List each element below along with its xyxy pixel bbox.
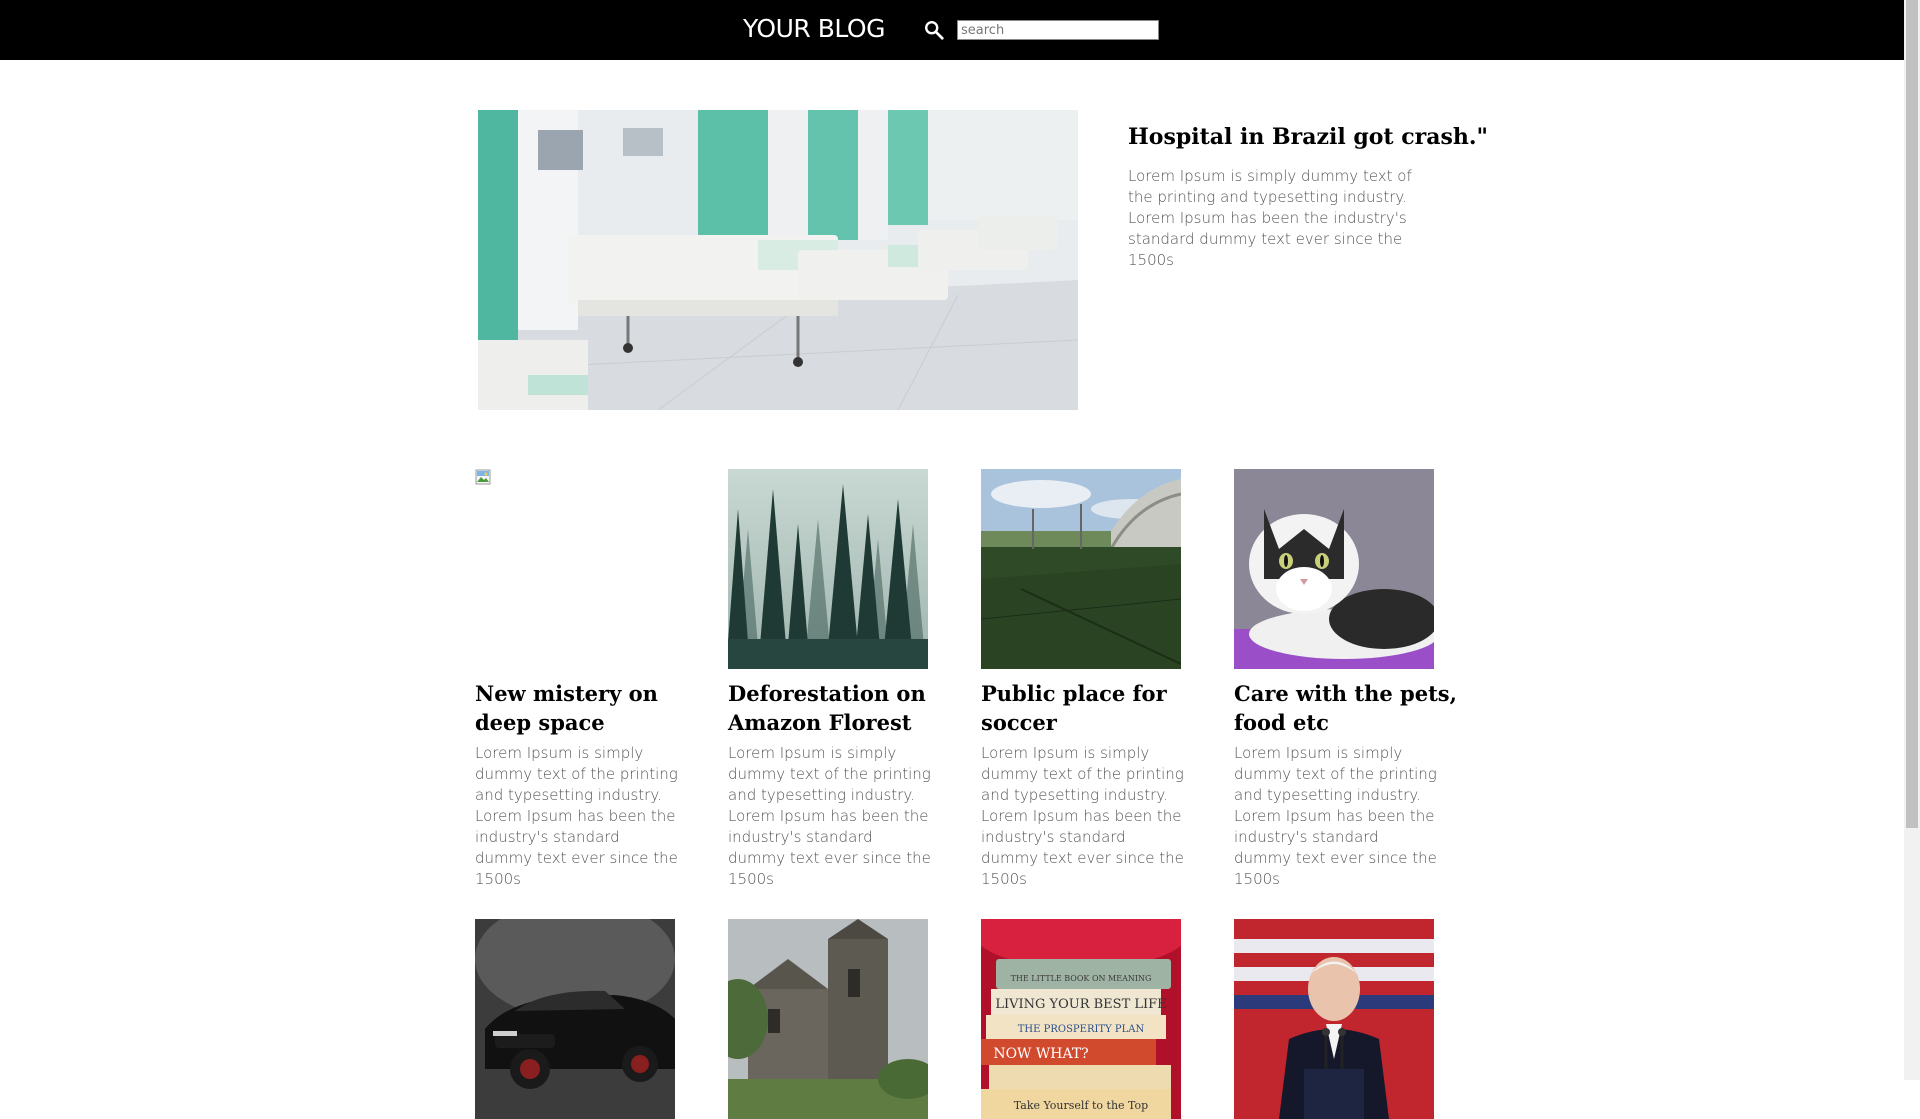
book-spine-text: Take Yourself to the Top: [1014, 1099, 1148, 1112]
book-spine-text: THE LITTLE BOOK ON MEANING: [1011, 974, 1152, 983]
book-spine-text: LIVING YOUR BEST LIFE: [995, 997, 1166, 1012]
post-title[interactable]: New mistery on deep space: [475, 679, 705, 737]
featured-post-excerpt: Lorem Ipsum is simply dummy text of the …: [1128, 167, 1412, 269]
post-title[interactable]: Care with the pets, food etc: [1234, 679, 1464, 737]
broken-image-icon: [475, 469, 491, 485]
post-card[interactable]: [1234, 919, 1434, 1119]
post-image[interactable]: [475, 919, 675, 1119]
site-logo[interactable]: YOUR BLOG: [743, 14, 885, 43]
post-image[interactable]: [475, 469, 675, 669]
post-image[interactable]: [728, 469, 928, 669]
post-image[interactable]: THE LITTLE BOOK ON MEANING LIVING YOUR B…: [981, 919, 1181, 1119]
post-title[interactable]: Deforestation on Amazon Florest: [728, 679, 958, 737]
featured-post-image[interactable]: [478, 110, 1078, 410]
post-excerpt: Lorem Ipsum is simply dummy text of the …: [1234, 744, 1437, 888]
post-card[interactable]: [475, 919, 675, 1119]
post-image[interactable]: [981, 469, 1181, 669]
page-scrollbar[interactable]: [1904, 0, 1920, 1080]
search-input[interactable]: [957, 20, 1159, 40]
post-card[interactable]: [728, 919, 928, 1119]
post-image[interactable]: [1234, 469, 1434, 669]
book-spine-text: THE PROSPERITY PLAN: [1018, 1024, 1145, 1035]
scrollbar-thumb[interactable]: [1906, 0, 1918, 828]
top-navbar: YOUR BLOG: [0, 0, 1904, 60]
search-icon[interactable]: [923, 19, 945, 41]
book-spine-text: NOW WHAT?: [993, 1046, 1088, 1062]
post-image[interactable]: [1234, 919, 1434, 1119]
post-image[interactable]: [728, 919, 928, 1119]
post-excerpt: Lorem Ipsum is simply dummy text of the …: [981, 744, 1184, 888]
post-excerpt: Lorem Ipsum is simply dummy text of the …: [728, 744, 931, 888]
post-card[interactable]: THE LITTLE BOOK ON MEANING LIVING YOUR B…: [981, 919, 1181, 1119]
post-excerpt: Lorem Ipsum is simply dummy text of the …: [475, 744, 678, 888]
post-title[interactable]: Public place for soccer: [981, 679, 1211, 737]
featured-post-title[interactable]: Hospital in Brazil got crash.": [1128, 124, 1488, 150]
